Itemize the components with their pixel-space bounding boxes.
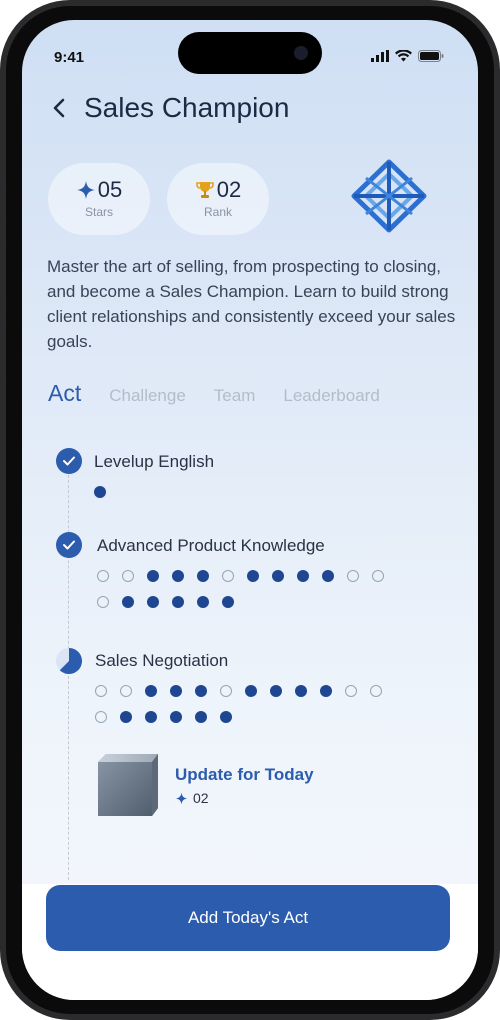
- step-progress-dots: [95, 685, 405, 723]
- tab-leaderboard[interactable]: Leaderboard: [283, 386, 379, 406]
- progress-dot-filled: [170, 711, 182, 723]
- progress-dot-filled: [145, 711, 157, 723]
- progress-dot-filled: [295, 685, 307, 697]
- progress-dot-filled: [145, 685, 157, 697]
- back-button[interactable]: [44, 93, 74, 123]
- side-button: [0, 190, 3, 220]
- progress-dot-empty: [120, 685, 132, 697]
- progress-dot-filled: [220, 711, 232, 723]
- stars-value: 05: [97, 177, 123, 202]
- rank-label: Rank: [203, 205, 232, 219]
- progress-dot-filled: [172, 596, 184, 608]
- cube-icon: [98, 754, 158, 816]
- tab-challenge[interactable]: Challenge: [109, 386, 186, 406]
- status-icons: [371, 50, 444, 62]
- sparkle-icon: [76, 181, 95, 199]
- step-title-levelup-english: Levelup English: [94, 452, 215, 471]
- progress-dot-empty: [95, 685, 107, 697]
- progress-dot-empty: [97, 596, 109, 608]
- update-title[interactable]: Update for Today: [175, 765, 314, 785]
- step-progress-dots: [97, 570, 407, 608]
- progress-dot-empty: [372, 570, 384, 582]
- battery-icon: [418, 50, 444, 62]
- add-todays-act-button[interactable]: Add Today's Act: [46, 885, 450, 951]
- progress-dot-empty: [220, 685, 232, 697]
- sales-champion-logo: [351, 159, 427, 233]
- sparkle-icon: [175, 792, 188, 804]
- description: Master the art of selling, from prospect…: [47, 257, 456, 351]
- update-value: 02: [175, 790, 209, 806]
- progress-dot-filled: [320, 685, 332, 697]
- progress-dot-empty: [347, 570, 359, 582]
- progress-dot-filled: [197, 570, 209, 582]
- progress-dot-filled: [172, 570, 184, 582]
- stars-label: Stars: [84, 205, 113, 219]
- step-title-sales-negotiation: Sales Negotiation: [95, 651, 229, 670]
- header: Sales Champion: [44, 92, 289, 124]
- progress-dot-filled: [297, 570, 309, 582]
- progress-dot-filled: [195, 685, 207, 697]
- progress-dot-empty: [370, 685, 382, 697]
- signal-icon: [371, 50, 389, 62]
- progress-dot-filled: [94, 486, 106, 498]
- progress-dot-filled: [170, 685, 182, 697]
- rank-stat: 02 Rank: [167, 163, 269, 235]
- chevron-left-icon: [53, 98, 65, 118]
- check-icon: [56, 448, 82, 474]
- page-title: Sales Champion: [84, 92, 290, 123]
- wifi-icon: [395, 50, 412, 62]
- progress-dot-filled: [270, 685, 282, 697]
- progress-dot-filled: [197, 596, 209, 608]
- progress-dot-filled: [147, 596, 159, 608]
- rank-value: 02: [216, 177, 242, 202]
- progress-dot-filled: [122, 596, 134, 608]
- progress-dot-filled: [120, 711, 132, 723]
- progress-dot-empty: [345, 685, 357, 697]
- progress-dot-empty: [95, 711, 107, 723]
- progress-dot-filled: [222, 596, 234, 608]
- camera-icon: [294, 46, 308, 60]
- stars-stat: 05 Stars: [48, 163, 150, 235]
- progress-dot-filled: [322, 570, 334, 582]
- progress-dot-empty: [97, 570, 109, 582]
- progress-dot-filled: [272, 570, 284, 582]
- progress-dot-filled: [147, 570, 159, 582]
- dynamic-island: [178, 32, 322, 74]
- volume-up-button: [0, 245, 3, 305]
- trophy-icon: [195, 182, 214, 198]
- tab-team[interactable]: Team: [214, 386, 256, 406]
- tab-bar: Act Challenge Team Leaderboard: [48, 380, 408, 407]
- step-title-advanced-product-knowledge: Advanced Product Knowledge: [97, 536, 325, 555]
- progress-dot-filled: [195, 711, 207, 723]
- screen: 9:41 Sales Champion 05 Stars 02 Rank Mas…: [22, 20, 478, 1000]
- progress-pie-icon: [56, 648, 82, 674]
- progress-dot-filled: [247, 570, 259, 582]
- step-progress-dots: [94, 486, 404, 498]
- progress-dot-filled: [245, 685, 257, 697]
- tab-act[interactable]: Act: [48, 380, 81, 407]
- volume-down-button: [0, 320, 3, 380]
- progress-dot-empty: [222, 570, 234, 582]
- update-value-text: 02: [193, 790, 209, 806]
- check-icon: [56, 532, 82, 558]
- status-time: 9:41: [54, 49, 85, 66]
- progress-dot-empty: [122, 570, 134, 582]
